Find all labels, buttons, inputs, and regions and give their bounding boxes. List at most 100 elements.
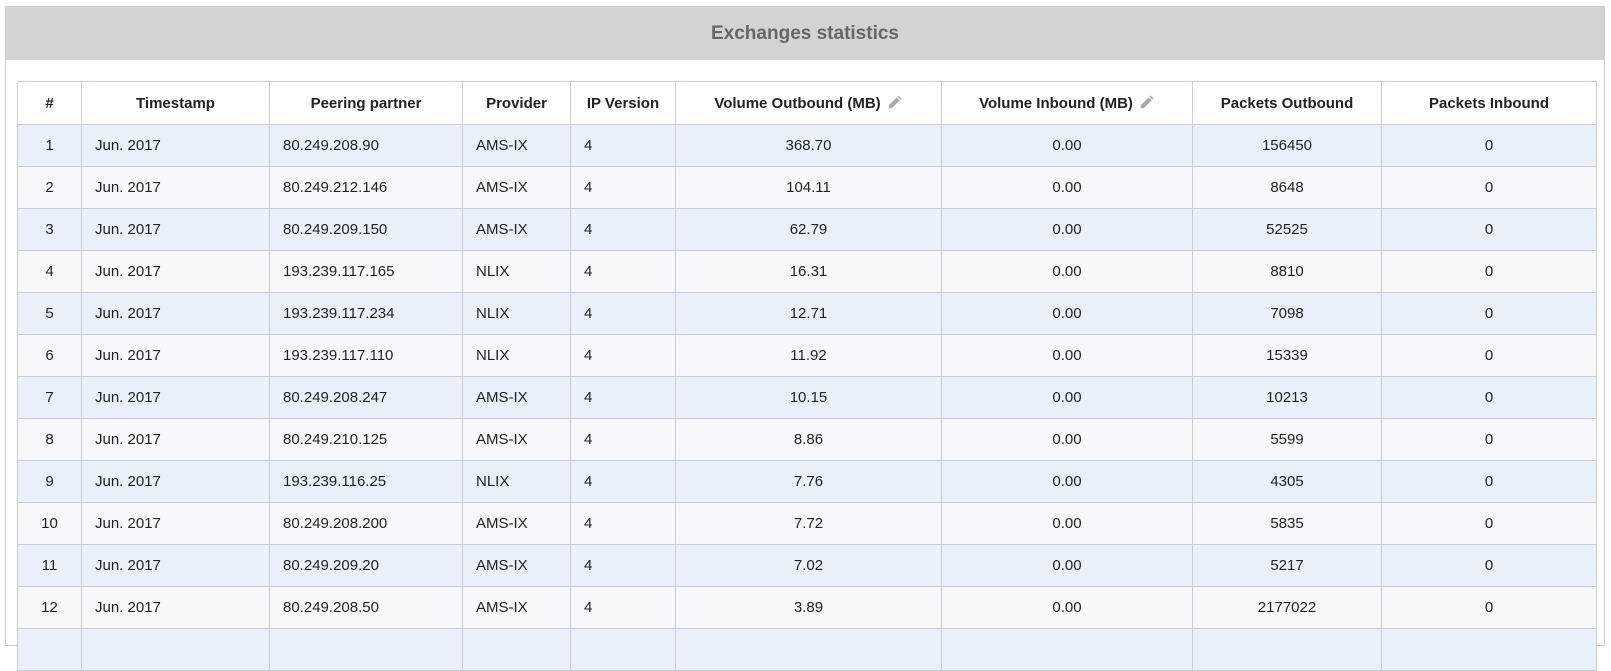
cell-volume-inbound: 0.00 (941, 502, 1193, 545)
cell-volume-inbound: 0.00 (941, 544, 1193, 587)
cell-packets-inbound: 0 (1381, 250, 1597, 293)
cell-provider: NLIX (462, 250, 571, 293)
cell-volume-inbound: 0.00 (941, 418, 1193, 461)
cell-peering-partner: 80.249.209.150 (269, 208, 463, 251)
cell-ip-version: 4 (570, 418, 676, 461)
cell-packets-inbound: 0 (1381, 544, 1597, 587)
cell-packets-inbound (1381, 628, 1597, 671)
cell-packets-outbound: 4305 (1192, 460, 1382, 503)
cell-volume-outbound: 11.92 (675, 334, 942, 377)
cell-timestamp: Jun. 2017 (81, 250, 270, 293)
column-header-provider[interactable]: Provider (462, 81, 571, 125)
cell-timestamp: Jun. 2017 (81, 208, 270, 251)
cell-packets-inbound: 0 (1381, 418, 1597, 461)
cell-provider: AMS-IX (462, 376, 571, 419)
cell-index: 12 (17, 586, 82, 629)
cell-provider (462, 628, 571, 671)
cell-index: 3 (17, 208, 82, 251)
cell-timestamp: Jun. 2017 (81, 586, 270, 629)
cell-packets-inbound: 0 (1381, 334, 1597, 377)
cell-index: 2 (17, 166, 82, 209)
table-row: 6 Jun. 2017 193.239.117.110 NLIX 4 11.92 0.00 1… (17, 334, 1597, 377)
column-header-packets-outbound[interactable]: Packets Outbound (1192, 81, 1382, 125)
cell-packets-outbound: 5835 (1192, 502, 1382, 545)
cell-ip-version: 4 (570, 292, 676, 335)
cell-index: 8 (17, 418, 82, 461)
cell-peering-partner: 193.239.117.234 (269, 292, 463, 335)
cell-provider: AMS-IX (462, 208, 571, 251)
cell-peering-partner: 80.249.210.125 (269, 418, 463, 461)
cell-volume-outbound: 7.72 (675, 502, 942, 545)
table-row: 2 Jun. 2017 80.249.212.146 AMS-IX 4 104.11 0.0… (17, 166, 1597, 209)
cell-packets-inbound: 0 (1381, 292, 1597, 335)
cell-packets-inbound: 0 (1381, 124, 1597, 167)
cell-packets-outbound: 5217 (1192, 544, 1382, 587)
cell-peering-partner: 193.239.117.110 (269, 334, 463, 377)
cell-volume-inbound (941, 628, 1193, 671)
cell-provider: AMS-IX (462, 166, 571, 209)
table-row: 10 Jun. 2017 80.249.208.200 AMS-IX 4 7.72 0.00… (17, 502, 1597, 545)
cell-volume-outbound: 12.71 (675, 292, 942, 335)
column-header-index[interactable]: # (17, 81, 82, 125)
table-header-row: # Timestamp Peering partner Provider IP … (17, 81, 1597, 125)
cell-timestamp: Jun. 2017 (81, 460, 270, 503)
cell-peering-partner: 80.249.209.20 (269, 544, 463, 587)
cell-packets-inbound: 0 (1381, 502, 1597, 545)
cell-provider: AMS-IX (462, 544, 571, 587)
cell-index: 1 (17, 124, 82, 167)
table-row: 3 Jun. 2017 80.249.209.150 AMS-IX 4 62.79 0.00… (17, 208, 1597, 251)
pencil-icon[interactable] (887, 94, 903, 110)
column-header-timestamp[interactable]: Timestamp (81, 81, 270, 125)
cell-index: 6 (17, 334, 82, 377)
cell-volume-inbound: 0.00 (941, 292, 1193, 335)
table-row: 11 Jun. 2017 80.249.209.20 AMS-IX 4 7.02 0.00 5… (17, 544, 1597, 587)
panel-title: Exchanges statistics (6, 7, 1604, 60)
cell-ip-version: 4 (570, 208, 676, 251)
cell-peering-partner: 80.249.208.90 (269, 124, 463, 167)
cell-packets-inbound: 0 (1381, 208, 1597, 251)
cell-timestamp: Jun. 2017 (81, 376, 270, 419)
cell-peering-partner: 193.239.117.165 (269, 250, 463, 293)
pencil-icon[interactable] (1139, 94, 1155, 110)
cell-ip-version: 4 (570, 166, 676, 209)
cell-volume-outbound: 10.15 (675, 376, 942, 419)
cell-peering-partner: 193.239.116.25 (269, 460, 463, 503)
cell-packets-inbound: 0 (1381, 586, 1597, 629)
column-header-volume-outbound[interactable]: Volume Outbound (MB) (675, 81, 942, 125)
cell-volume-outbound: 3.89 (675, 586, 942, 629)
cell-volume-outbound: 7.76 (675, 460, 942, 503)
cell-index: 11 (17, 544, 82, 587)
cell-peering-partner: 80.249.212.146 (269, 166, 463, 209)
cell-index: 4 (17, 250, 82, 293)
column-header-ip-version[interactable]: IP Version (570, 81, 676, 125)
statistics-table-wrapper: # Timestamp Peering partner Provider IP … (17, 81, 1597, 671)
cell-timestamp: Jun. 2017 (81, 418, 270, 461)
cell-ip-version (570, 628, 676, 671)
column-header-packets-inbound[interactable]: Packets Inbound (1381, 81, 1597, 125)
table-row: 1 Jun. 2017 80.249.208.90 AMS-IX 4 368.70 0.00… (17, 124, 1597, 167)
table-row (17, 628, 1597, 671)
cell-peering-partner: 80.249.208.50 (269, 586, 463, 629)
column-header-peering-partner[interactable]: Peering partner (269, 81, 463, 125)
cell-ip-version: 4 (570, 460, 676, 503)
cell-index: 9 (17, 460, 82, 503)
cell-volume-outbound: 368.70 (675, 124, 942, 167)
cell-packets-outbound: 156450 (1192, 124, 1382, 167)
cell-ip-version: 4 (570, 250, 676, 293)
cell-packets-outbound: 7098 (1192, 292, 1382, 335)
cell-packets-inbound: 0 (1381, 460, 1597, 503)
column-header-volume-inbound[interactable]: Volume Inbound (MB) (941, 81, 1193, 125)
cell-timestamp: Jun. 2017 (81, 544, 270, 587)
cell-volume-inbound: 0.00 (941, 124, 1193, 167)
cell-packets-inbound: 0 (1381, 166, 1597, 209)
cell-provider: AMS-IX (462, 124, 571, 167)
cell-packets-outbound: 10213 (1192, 376, 1382, 419)
cell-packets-inbound: 0 (1381, 376, 1597, 419)
cell-volume-outbound (675, 628, 942, 671)
cell-provider: NLIX (462, 292, 571, 335)
cell-packets-outbound: 2177022 (1192, 586, 1382, 629)
cell-ip-version: 4 (570, 586, 676, 629)
cell-timestamp: Jun. 2017 (81, 502, 270, 545)
cell-provider: NLIX (462, 334, 571, 377)
cell-ip-version: 4 (570, 376, 676, 419)
